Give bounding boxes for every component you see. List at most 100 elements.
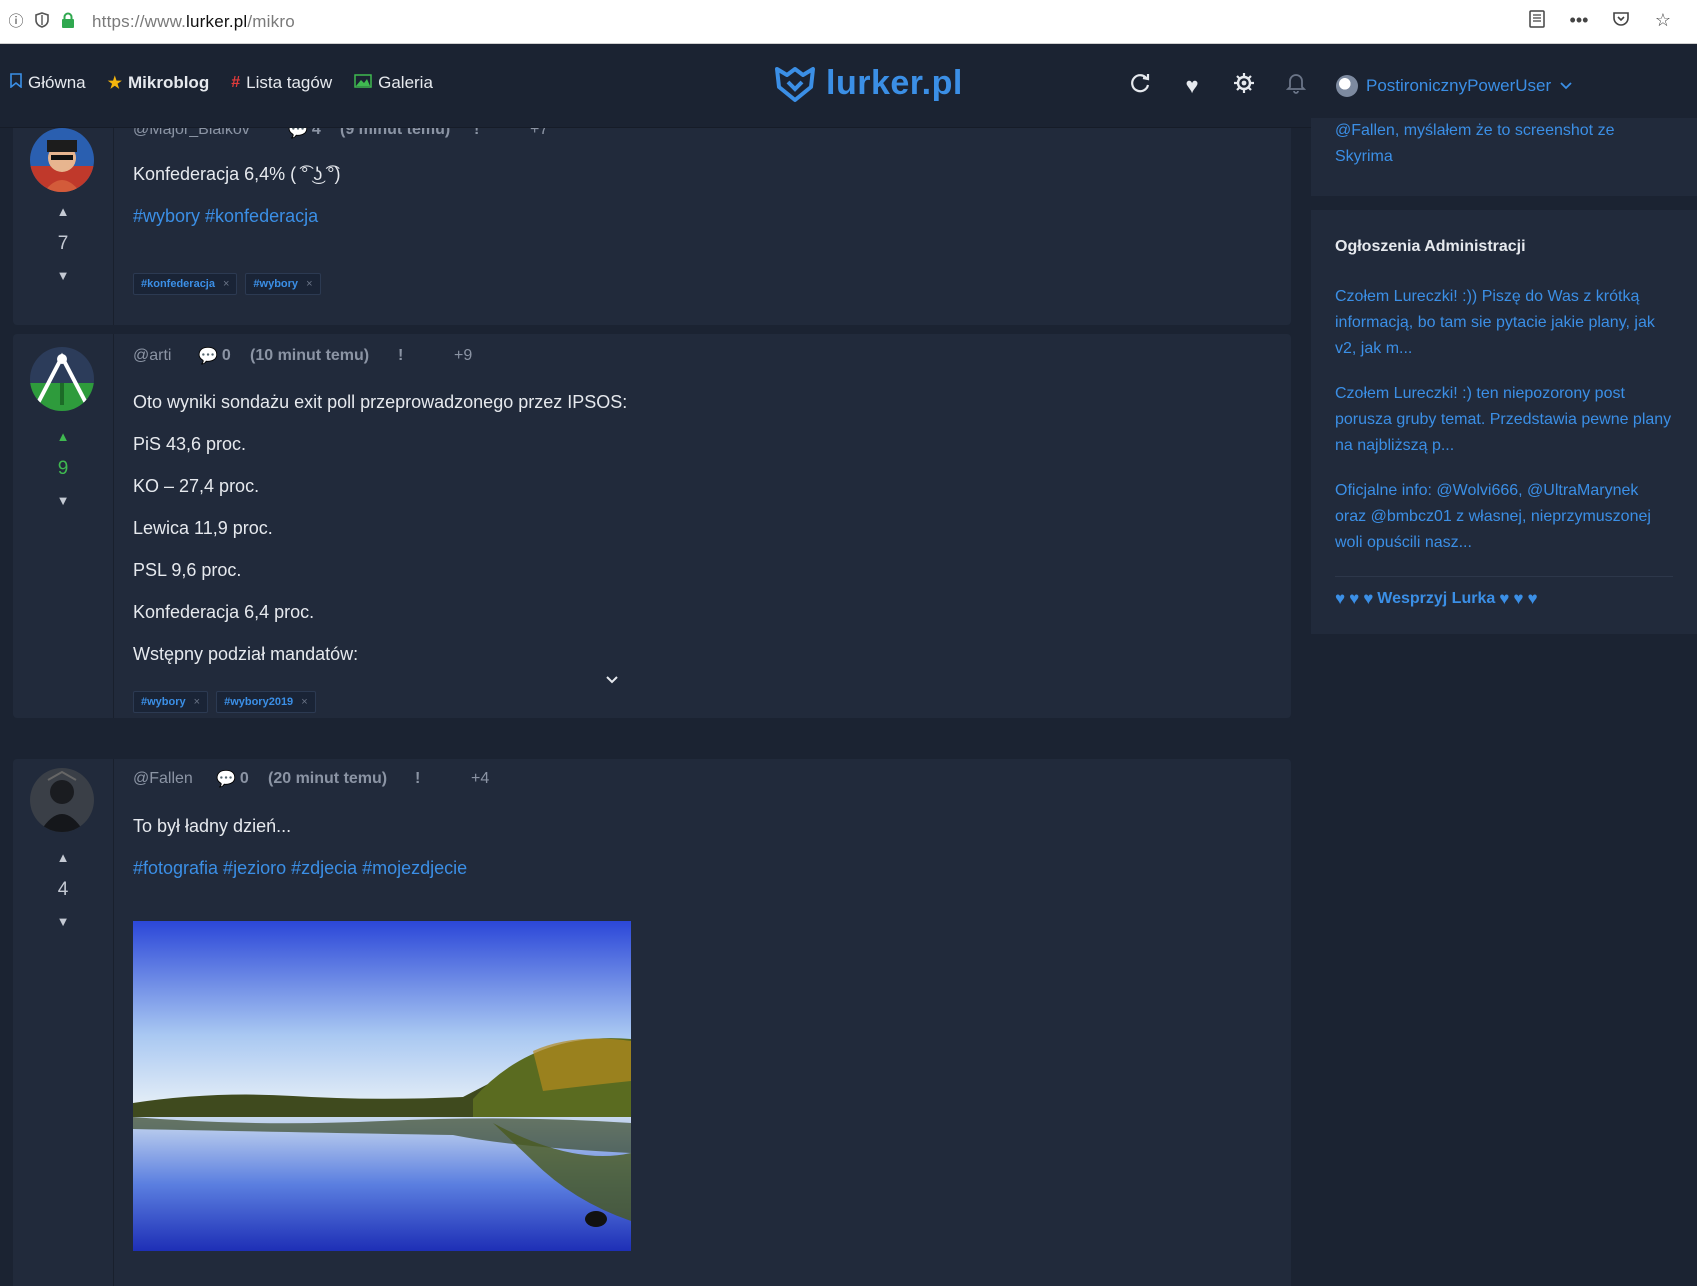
- pocket-icon[interactable]: [1611, 10, 1631, 30]
- tag-chip[interactable]: #wybory ×: [133, 691, 209, 713]
- bookmark-icon: [10, 73, 22, 93]
- report-button[interactable]: !: [398, 347, 454, 365]
- close-icon[interactable]: ×: [194, 696, 200, 708]
- nav-label: Galeria: [378, 73, 433, 92]
- post: ▲ 4 ▼ @Fallen 💬 0 (20 minut temu) ! +4 To…: [13, 759, 1291, 1286]
- heart-icon: ♥: [1513, 589, 1524, 608]
- shield-icon[interactable]: [32, 12, 52, 32]
- nav-label: Główna: [28, 73, 86, 92]
- announcement-link[interactable]: Czołem Lureczki! :)) Piszę do Was z krót…: [1335, 284, 1673, 362]
- post-meta: @Fallen 💬 0 (20 minut temu) ! +4: [133, 769, 1271, 789]
- vote-box: ▲ 7 ▼: [13, 205, 113, 283]
- logo-icon: [775, 66, 815, 102]
- tag-chip[interactable]: #wybory2019 ×: [216, 691, 316, 713]
- author-link[interactable]: @arti: [133, 347, 198, 365]
- close-icon[interactable]: ×: [223, 278, 229, 290]
- support-link[interactable]: ♥ ♥ ♥ Wesprzyj Lurka ♥ ♥ ♥: [1335, 589, 1673, 609]
- downvote-icon[interactable]: ▼: [13, 915, 113, 929]
- post-time: (10 minut temu): [250, 347, 370, 364]
- plus-count[interactable]: +4: [471, 770, 489, 788]
- announcement-link[interactable]: Oficjalne info: @Wolvi666, @UltraMarynek…: [1335, 478, 1673, 556]
- author-link[interactable]: @Fallen: [133, 770, 216, 788]
- post: ▲ 7 ▼ @Major_Bialkov 💬 4 (9 minut temu) !…: [13, 128, 1291, 325]
- nav-item-galeria[interactable]: Galeria: [354, 73, 433, 93]
- expand-chevron-icon[interactable]: [605, 672, 619, 690]
- username: PostironicznyPowerUser: [1366, 76, 1552, 95]
- heart-icon: ♥: [1335, 589, 1346, 608]
- comments-count[interactable]: 💬 4: [288, 128, 340, 140]
- info-icon[interactable]: ⓘ: [6, 12, 26, 32]
- more-icon[interactable]: •••: [1569, 10, 1589, 30]
- close-icon[interactable]: ×: [301, 696, 307, 708]
- report-button[interactable]: !: [415, 770, 471, 788]
- post-hashtags[interactable]: #fotografia #jezioro #zdjecia #mojezdjec…: [133, 858, 1271, 879]
- star-bookmark-icon[interactable]: ☆: [1653, 10, 1673, 30]
- refresh-icon[interactable]: [1128, 72, 1152, 100]
- reader-view-icon[interactable]: [1527, 10, 1547, 30]
- downvote-icon[interactable]: ▼: [13, 494, 113, 508]
- logo-text: lurker.pl: [826, 64, 963, 102]
- nav-item-mikroblog[interactable]: ★ Mikroblog: [108, 73, 210, 93]
- sidebar: @Fallen, myślałem że to screenshot ze Sk…: [1311, 118, 1697, 1286]
- upvote-icon[interactable]: ▲: [13, 430, 113, 444]
- vote-count: 9: [57, 458, 69, 479]
- site-logo[interactable]: lurker.pl: [774, 64, 963, 103]
- avatar[interactable]: [30, 768, 94, 832]
- post-text: Konfederacja 6,4 proc.: [133, 602, 315, 622]
- post-text: To był ładny dzień...: [133, 816, 292, 836]
- bell-icon[interactable]: [1284, 72, 1308, 100]
- avatar: [1336, 75, 1358, 97]
- post-meta: @Major_Bialkov 💬 4 (9 minut temu) ! +7: [133, 128, 1271, 140]
- avatar[interactable]: [30, 128, 94, 192]
- announcement-link[interactable]: Czołem Lureczki! :) ten niepozorony post…: [1335, 381, 1673, 459]
- star-icon: ★: [107, 75, 122, 92]
- heart-icon[interactable]: ♥: [1180, 73, 1204, 99]
- announcements-card: Ogłoszenia Administracji Czołem Lureczki…: [1311, 210, 1697, 634]
- feed: ▲ 7 ▼ @Major_Bialkov 💬 4 (9 minut temu) !…: [13, 128, 1291, 1286]
- vote-count: 7: [57, 233, 69, 254]
- post-meta: @arti 💬 0 (10 minut temu) ! +9: [133, 346, 1271, 366]
- report-button[interactable]: !: [474, 128, 530, 139]
- tag-list: #konfederacja × #wybory ×: [133, 273, 1271, 295]
- post: ▲ 9 ▼ @arti 💬 0 (10 minut temu) ! +9 Oto …: [13, 334, 1291, 718]
- post-text: Lewica 11,9 proc.: [133, 518, 273, 538]
- recent-comment-card: @Fallen, myślałem że to screenshot ze Sk…: [1311, 118, 1697, 196]
- plus-count[interactable]: +9: [454, 347, 472, 365]
- upvote-icon[interactable]: ▲: [13, 851, 113, 865]
- upvote-icon[interactable]: ▲: [13, 205, 113, 219]
- address-bar[interactable]: ⓘ https://www.lurker.pl/mikro: [0, 10, 295, 34]
- announcements-title: Ogłoszenia Administracji: [1335, 238, 1526, 255]
- post-hashtags[interactable]: #wybory #konfederacja: [133, 206, 1271, 227]
- comments-count[interactable]: 💬 0: [216, 769, 268, 789]
- tag-chip[interactable]: #wybory ×: [245, 273, 321, 295]
- nav-item-glowna[interactable]: Główna: [10, 73, 86, 93]
- support-label: Wesprzyj Lurka: [1377, 590, 1496, 607]
- post-text: Oto wyniki sondażu exit poll przeprowadz…: [133, 392, 628, 412]
- post-photo[interactable]: [133, 921, 631, 1251]
- site-navbar: Główna ★ Mikroblog # Lista tagów Galeria…: [0, 44, 1697, 128]
- post-time: (9 minut temu): [340, 128, 451, 138]
- divider: [1335, 576, 1673, 577]
- heart-icon: ♥: [1349, 589, 1360, 608]
- comments-icon: 💬: [288, 128, 308, 139]
- lock-icon[interactable]: [58, 12, 78, 32]
- author-link[interactable]: @Major_Bialkov: [133, 128, 288, 139]
- nav-item-lista-tagow[interactable]: # Lista tagów: [231, 73, 332, 93]
- user-menu[interactable]: PostironicznyPowerUser: [1336, 75, 1573, 97]
- url-text[interactable]: https://www.lurker.pl/mikro: [92, 12, 295, 32]
- downvote-icon[interactable]: ▼: [13, 269, 113, 283]
- plus-count[interactable]: +7: [530, 128, 548, 139]
- avatar[interactable]: [30, 347, 94, 411]
- hash-icon: #: [231, 74, 241, 91]
- tag-list: #wybory × #wybory2019 ×: [133, 691, 1271, 713]
- gear-icon[interactable]: [1232, 72, 1256, 100]
- recent-comment-link[interactable]: @Fallen, myślałem że to screenshot ze Sk…: [1335, 118, 1673, 170]
- tag-chip[interactable]: #konfederacja ×: [133, 273, 238, 295]
- comments-icon: 💬: [198, 348, 218, 365]
- close-icon[interactable]: ×: [306, 278, 312, 290]
- vote-box: ▲ 4 ▼: [13, 851, 113, 929]
- heart-icon: ♥: [1363, 589, 1374, 608]
- post-text: PiS 43,6 proc.: [133, 434, 247, 454]
- nav-label: Mikroblog: [127, 73, 210, 92]
- comments-count[interactable]: 💬 0: [198, 346, 250, 366]
